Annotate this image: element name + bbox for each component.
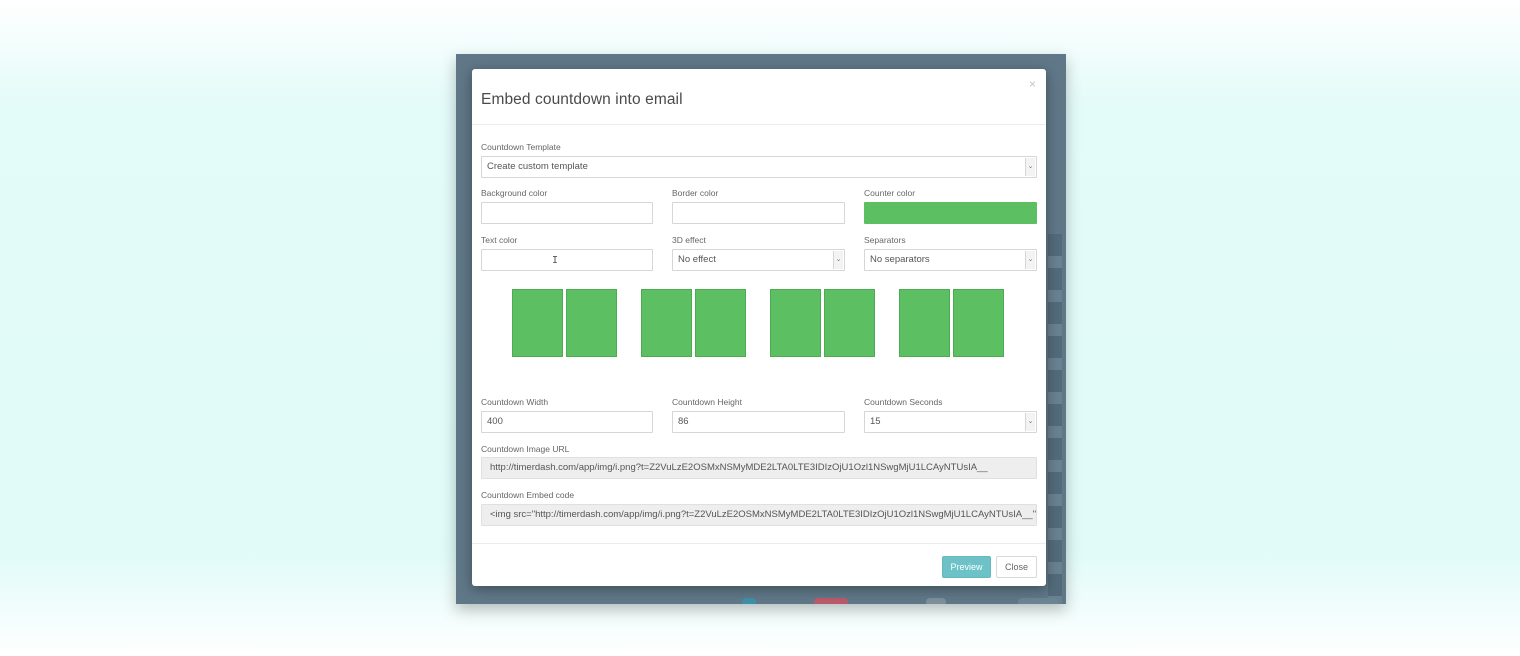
countdown-digit [953,289,1004,357]
text-color-input[interactable]: I [481,249,653,271]
embed-code-label: Countdown Embed code [481,490,575,500]
background-indicator [742,598,756,604]
text-color-label: Text color [481,235,518,245]
border-color-input[interactable] [672,202,845,224]
modal-header: Embed countdown into email × [472,69,1046,125]
counter-color-input[interactable] [864,202,1037,224]
close-icon[interactable]: × [1029,77,1036,91]
separators-select[interactable]: No separators ⌄ [864,249,1037,271]
template-select-value: Create custom template [487,161,588,172]
text-cursor-icon: I [552,255,559,266]
separators-value: No separators [870,254,930,265]
countdown-digit [695,289,746,357]
countdown-digit [770,289,821,357]
image-url-field[interactable]: http://timerdash.com/app/img/i.png?t=Z2V… [481,457,1037,479]
background-color-label: Background color [481,188,548,198]
background-indicator [1018,598,1058,604]
countdown-seconds-label: Countdown Seconds [864,397,943,407]
close-button[interactable]: Close [996,556,1037,578]
countdown-digit [824,289,875,357]
chevron-down-icon: ⌄ [1025,251,1035,269]
countdown-digit [566,289,617,357]
countdown-width-label: Countdown Width [481,397,549,407]
3d-effect-value: No effect [678,254,716,265]
separators-label: Separators [864,235,906,245]
countdown-height-input[interactable]: 86 [672,411,845,433]
background-color-input[interactable] [481,202,653,224]
countdown-digit [641,289,692,357]
modal-title: Embed countdown into email [481,91,683,108]
countdown-width-input[interactable]: 400 [481,411,653,433]
embed-code-field[interactable]: <img src="http://timerdash.com/app/img/i… [481,504,1037,526]
countdown-height-label: Countdown Height [672,397,742,407]
background-indicator [926,598,946,604]
chevron-down-icon: ⌄ [833,251,843,269]
background-indicator [814,598,848,604]
countdown-digit [512,289,563,357]
chevron-down-icon: ⌄ [1025,158,1035,176]
3d-effect-select[interactable]: No effect ⌄ [672,249,845,271]
preview-button[interactable]: Preview [942,556,991,578]
modal-footer: Preview Close [472,543,1046,586]
countdown-digit [899,289,950,357]
3d-effect-label: 3D effect [672,235,706,245]
countdown-seconds-select[interactable]: 15 ⌄ [864,411,1037,433]
template-select[interactable]: Create custom template ⌄ [481,156,1037,178]
template-label: Countdown Template [481,142,561,152]
image-url-label: Countdown Image URL [481,444,570,454]
border-color-label: Border color [672,188,719,198]
embed-countdown-modal: Embed countdown into email × Countdown T… [472,69,1046,586]
countdown-seconds-value: 15 [870,416,881,427]
counter-color-label: Counter color [864,188,916,198]
chevron-down-icon: ⌄ [1025,413,1035,431]
background-sidebar-strip [1048,234,1062,604]
